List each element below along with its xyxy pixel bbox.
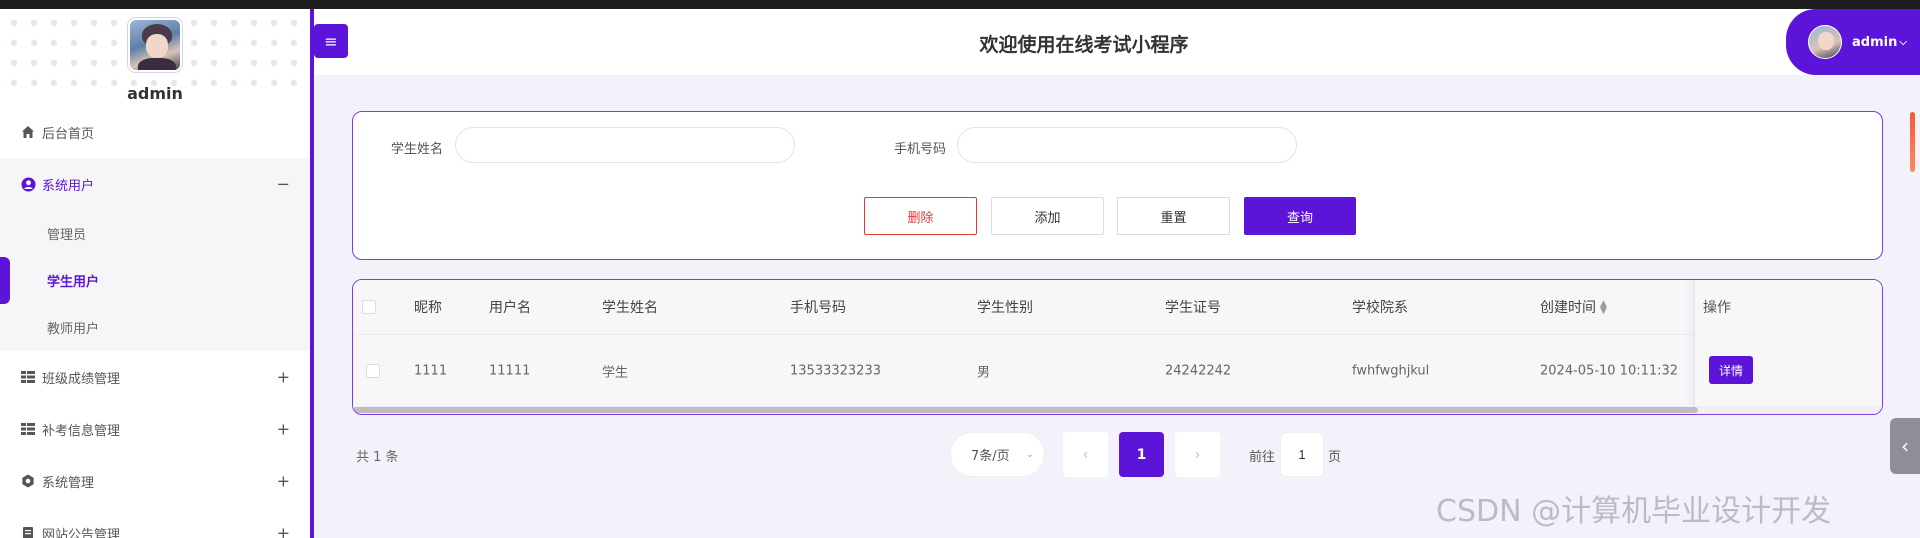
scrollbar-thumb[interactable]: [353, 407, 1698, 413]
cell-gender: 男: [977, 365, 991, 380]
sidebar-item-label: 班级成绩管理: [42, 371, 121, 387]
expand-icon[interactable]: +: [277, 368, 290, 387]
total-count: 共 1 条: [356, 450, 399, 465]
phone-label: 手机号码: [894, 142, 947, 157]
sidebar-item-label: 后台首页: [42, 126, 95, 142]
prev-page-button[interactable]: ‹: [1063, 432, 1108, 477]
table-header: 昵称 用户名 学生姓名 手机号码 学生性别 学生证号 学校院系 创建时间 ▲ ▼: [353, 280, 1882, 335]
cell-nickname: 1111: [414, 363, 448, 378]
page-suffix-label: 页: [1328, 450, 1342, 465]
side-drawer-toggle[interactable]: ‹: [1890, 418, 1920, 474]
grid-icon: [20, 369, 36, 385]
page-size-value: 7条/页: [971, 449, 1010, 464]
sidebar-item-label: 网站公告管理: [42, 527, 121, 538]
column-header-gender: 学生性别: [977, 300, 1033, 316]
column-header-username: 用户名: [489, 300, 531, 316]
user-circle-icon: [20, 176, 36, 192]
sidebar-item-system-settings[interactable]: 系统管理 +: [0, 455, 310, 507]
expand-icon[interactable]: +: [277, 524, 290, 538]
column-header-student-name: 学生姓名: [602, 300, 658, 316]
page-number-current[interactable]: 1: [1119, 432, 1164, 477]
sidebar-item-makeup-exams[interactable]: 补考信息管理 +: [0, 403, 310, 455]
cell-department: fwhfwghjkul: [1352, 363, 1430, 378]
chevron-down-icon: ⌵: [1899, 36, 1907, 48]
search-panel: 学生姓名 手机号码 删除 添加 重置 查询: [352, 111, 1883, 260]
query-button[interactable]: 查询: [1244, 197, 1356, 235]
sidebar-subitem-admins[interactable]: 管理员: [0, 210, 310, 257]
profile-username: admin: [127, 84, 183, 103]
student-name-label: 学生姓名: [391, 142, 444, 157]
phone-input[interactable]: [957, 127, 1297, 163]
sidebar-item-label: 系统管理: [42, 475, 95, 491]
fixed-action-column: 操作: [1694, 280, 1882, 406]
cell-created: 2024-05-10 10:11:32: [1540, 363, 1679, 378]
home-icon: [20, 124, 36, 140]
cell-student-name: 学生: [602, 365, 629, 380]
sidebar-item-class-scores[interactable]: 班级成绩管理 +: [0, 351, 310, 403]
column-header-nickname: 昵称: [414, 300, 442, 316]
sort-icon[interactable]: ▲ ▼: [1600, 300, 1607, 316]
next-page-button[interactable]: ›: [1175, 432, 1220, 477]
sidebar-menu: 后台首页 系统用户 − 管理员 学生用户 教师用户 班级成绩管理 + 补考信息管…: [0, 106, 310, 538]
gear-icon: [20, 473, 36, 489]
goto-label: 前往: [1249, 450, 1276, 465]
header-username: admin: [1852, 34, 1898, 50]
sidebar-item-home[interactable]: 后台首页: [0, 106, 310, 158]
sidebar-subitem-teachers[interactable]: 教师用户: [0, 304, 310, 351]
chevron-left-icon: ‹: [1901, 434, 1909, 458]
student-name-input[interactable]: [455, 127, 795, 163]
watermark: CSDN @计算机毕业设计开发: [1436, 494, 1832, 529]
avatar: [1808, 25, 1842, 59]
delete-button[interactable]: 删除: [864, 197, 977, 235]
sidebar-item-system-users[interactable]: 系统用户 −: [0, 158, 310, 210]
user-menu-button[interactable]: admin ⌵: [1786, 9, 1920, 75]
sidebar-divider: [310, 9, 314, 538]
data-table: 昵称 用户名 学生姓名 手机号码 学生性别 学生证号 学校院系 创建时间 ▲ ▼ 1…: [352, 279, 1883, 415]
chevron-down-icon: ⌄: [1025, 449, 1034, 460]
detail-button[interactable]: 详情: [1709, 356, 1753, 384]
expand-icon[interactable]: +: [277, 420, 290, 439]
horizontal-scrollbar[interactable]: [353, 406, 1882, 414]
row-checkbox[interactable]: [366, 363, 380, 378]
column-header-created[interactable]: 创建时间 ▲ ▼: [1540, 297, 1607, 317]
add-button[interactable]: 添加: [991, 197, 1104, 235]
sidebar-subitem-students[interactable]: 学生用户: [0, 257, 310, 304]
column-header-department: 学校院系: [1352, 300, 1408, 316]
top-dark-strip: [0, 0, 1920, 9]
sidebar-item-announcements[interactable]: 网站公告管理 +: [0, 507, 310, 538]
grid-icon: [20, 421, 36, 437]
expand-icon[interactable]: +: [277, 472, 290, 491]
column-header-created-label: 创建时间: [1540, 300, 1596, 316]
cell-username: 11111: [489, 363, 531, 378]
column-header-phone: 手机号码: [790, 300, 846, 316]
column-header-action: 操作: [1703, 300, 1731, 316]
page-size-select[interactable]: 7条/页 ⌄: [950, 432, 1045, 477]
submenu-system-users: 管理员 学生用户 教师用户: [0, 210, 310, 351]
doc-icon: [20, 525, 36, 538]
collapse-icon[interactable]: −: [277, 175, 290, 194]
cell-phone: 13533323233: [790, 363, 881, 378]
sidebar-item-label: 补考信息管理: [42, 423, 121, 439]
reset-button[interactable]: 重置: [1117, 197, 1230, 235]
page-title: 欢迎使用在线考试小程序: [979, 34, 1189, 56]
column-header-student-id: 学生证号: [1165, 300, 1221, 316]
select-all-checkbox[interactable]: [362, 300, 376, 314]
page-scrollbar[interactable]: [1910, 112, 1915, 172]
goto-page-input[interactable]: [1280, 432, 1324, 477]
sidebar-item-label: 系统用户: [42, 178, 95, 194]
cell-student-id: 24242242: [1165, 363, 1232, 378]
table-row: 1111 11111 学生 13533323233 男 24242242 fwh…: [353, 335, 1882, 406]
